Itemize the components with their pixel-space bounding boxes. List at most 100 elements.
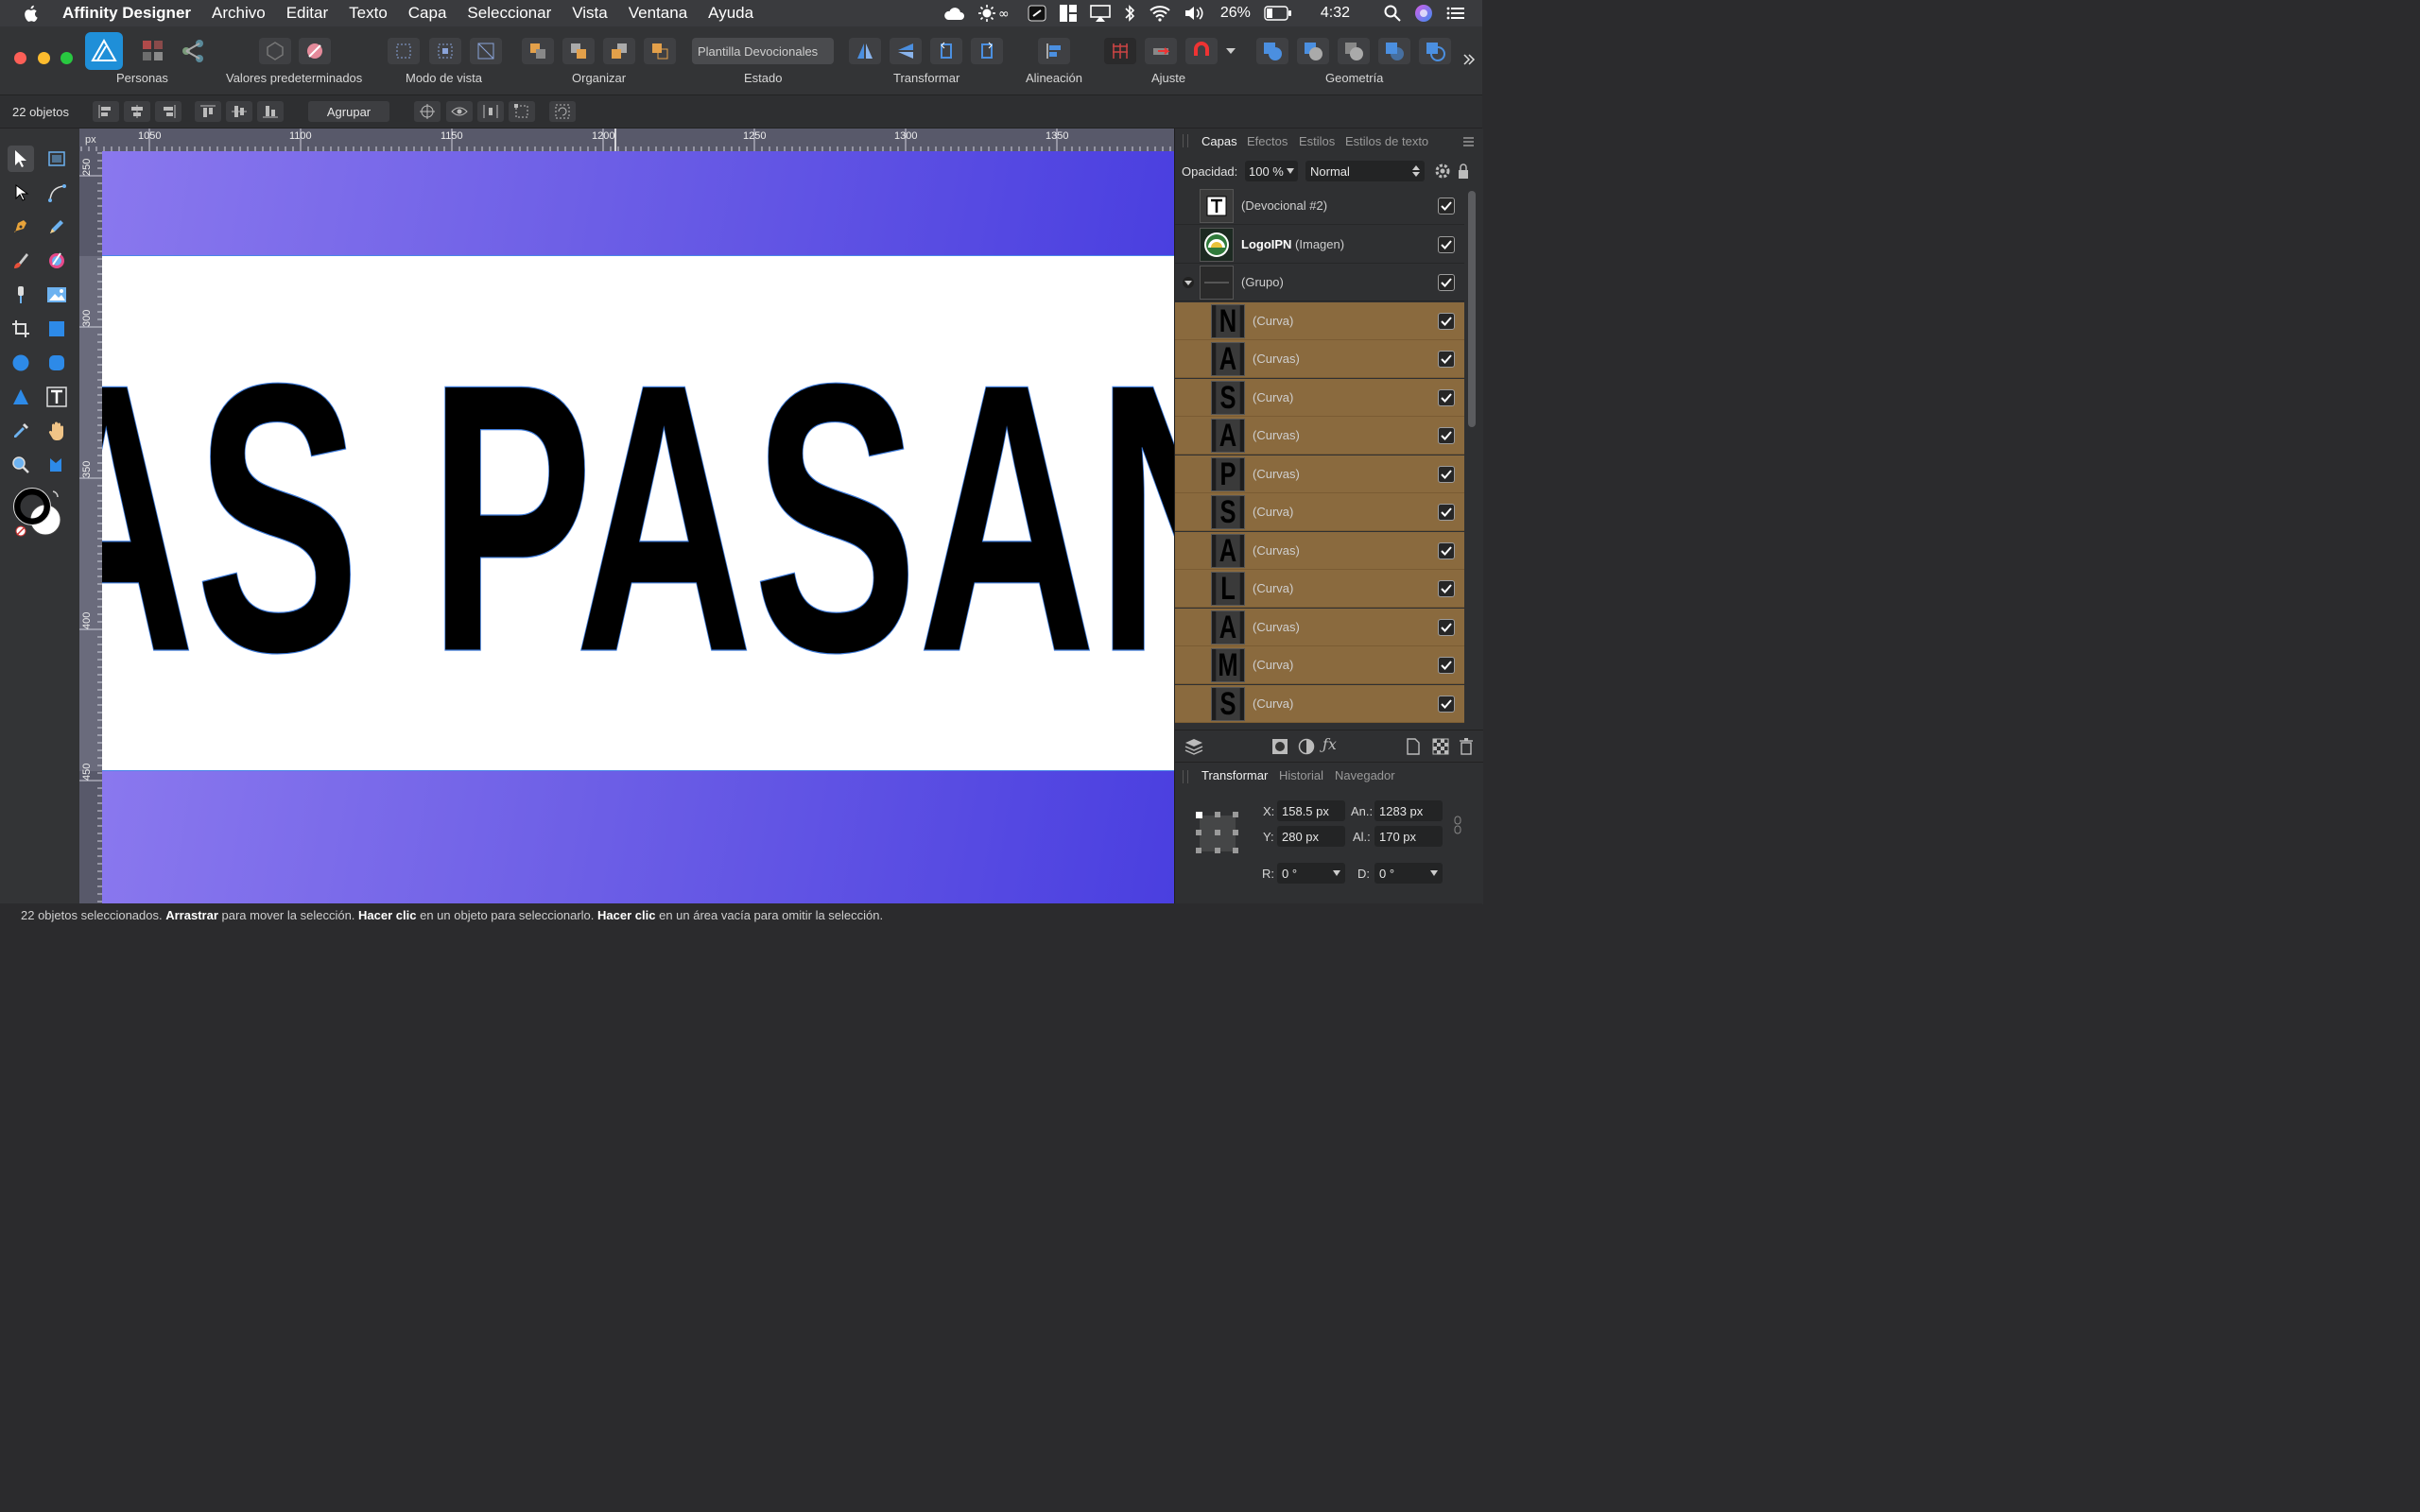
tab-efectos[interactable]: Efectos [1247,134,1288,148]
layer-visibility-checkbox[interactable] [1438,198,1455,215]
mask-icon[interactable] [1271,738,1288,758]
layer-row[interactable]: A (Curvas) [1175,531,1464,570]
hand-tool-icon[interactable] [43,418,70,444]
layer-visibility-checkbox[interactable] [1438,427,1455,444]
battery-icon[interactable] [1264,6,1292,21]
preset-color-icon[interactable] [299,38,331,64]
cloud-icon[interactable] [942,6,965,21]
app-status-icon[interactable] [1028,5,1046,22]
align-middle-icon[interactable] [226,101,252,122]
rotate-left-icon[interactable] [930,38,962,64]
panel-grip-icon[interactable] [1183,770,1188,783]
clock[interactable]: 4:32 [1321,5,1350,22]
trash-icon[interactable] [1459,738,1474,758]
arrange-forward-icon[interactable] [603,38,635,64]
layers-scrollbar[interactable] [1468,191,1476,427]
window-minimize-button[interactable] [38,52,50,64]
panel-menu-icon[interactable] [1462,136,1476,150]
link-icon[interactable] [1453,816,1462,837]
layer-row[interactable]: P (Curvas) [1175,455,1464,493]
canvas-text-layer[interactable]: AS PASAN [102,151,1174,903]
distribute-icon[interactable] [477,101,504,122]
layer-visibility-checkbox[interactable] [1438,504,1455,521]
menu-ayuda[interactable]: Ayuda [708,4,753,23]
pencil-tool-icon[interactable] [43,214,70,240]
menu-texto[interactable]: Texto [349,4,388,23]
preset-icon[interactable] [259,38,291,64]
color-wells[interactable] [13,488,61,537]
layer-visibility-checkbox[interactable] [1438,274,1455,291]
geometry-xor-icon[interactable] [1378,38,1410,64]
tab-capas[interactable]: Capas [1201,134,1237,148]
menu-editar[interactable]: Editar [286,4,328,23]
snapping-object-icon[interactable] [1145,38,1177,64]
opacity-field[interactable]: 100 % [1245,161,1298,181]
app-name-menu[interactable]: Affinity Designer [62,4,191,23]
crop-tool-icon[interactable] [8,316,34,342]
layer-row[interactable]: S (Curva) [1175,493,1464,531]
view-mode-icon[interactable] [388,38,420,64]
menu-seleccionar[interactable]: Seleccionar [467,4,551,23]
zoom-tool-icon[interactable] [8,452,34,478]
adjustment-icon[interactable] [1298,738,1315,758]
arrange-front-icon[interactable] [644,38,676,64]
height-field[interactable]: 170 px [1374,826,1443,847]
rotation-handle-icon[interactable] [549,101,576,122]
layer-row[interactable]: A (Curvas) [1175,340,1464,378]
pixel-layer-icon[interactable] [1432,738,1449,758]
lock-icon[interactable] [1457,163,1470,182]
menu-archivo[interactable]: Archivo [212,4,266,23]
control-center-icon[interactable] [1446,6,1465,21]
arrange-back-icon[interactable] [522,38,554,64]
rotation-field[interactable]: 0 ° [1277,863,1345,884]
layer-visibility-checkbox[interactable] [1438,312,1455,330]
wifi-icon[interactable] [1149,5,1171,22]
new-layer-icon[interactable] [1406,738,1421,758]
width-field[interactable]: 1283 px [1374,800,1443,821]
align-bottom-icon[interactable] [257,101,284,122]
menu-capa[interactable]: Capa [408,4,447,23]
state-selector[interactable]: Plantilla Devocionales [692,38,834,64]
layer-row[interactable]: (Devocional #2) [1175,187,1464,225]
geometry-add-icon[interactable] [1256,38,1288,64]
tab-estilos-texto[interactable]: Estilos de texto [1345,134,1428,148]
siri-icon[interactable] [1414,4,1433,23]
layer-row[interactable]: LogoIPN (Imagen) [1175,226,1464,264]
corner-tool-icon[interactable] [43,180,70,206]
bluetooth-icon[interactable] [1124,4,1135,23]
fx-icon[interactable]: ƒx [1322,735,1337,753]
rounded-rectangle-tool-icon[interactable] [43,350,70,376]
tab-estilos[interactable]: Estilos [1299,134,1335,148]
search-icon[interactable] [1384,5,1401,22]
tab-historial[interactable]: Historial [1279,768,1323,782]
layer-row[interactable]: (Grupo) [1175,264,1464,301]
export-persona-icon[interactable] [174,32,212,70]
tab-transformar[interactable]: Transformar [1201,768,1268,782]
visibility-icon[interactable] [446,101,473,122]
transform-origin-icon[interactable] [414,101,441,122]
vertical-ruler[interactable] [79,151,102,903]
alignment-icon[interactable] [1038,38,1070,64]
blend-mode-select[interactable]: Normal [1305,161,1425,181]
layer-row[interactable]: S (Curva) [1175,684,1464,723]
align-top-icon[interactable] [195,101,221,122]
snapping-grid-icon[interactable] [1104,38,1136,64]
geometry-intersect-icon[interactable] [1338,38,1370,64]
fill-tool-icon[interactable] [43,248,70,274]
snapping-dropdown-icon[interactable] [1225,44,1236,59]
bounding-box-icon[interactable] [509,101,535,122]
designer-persona-icon[interactable] [85,32,123,70]
vector-crop-icon[interactable] [43,452,70,478]
layer-visibility-checkbox[interactable] [1438,235,1455,253]
move-tool-icon[interactable] [8,146,34,172]
menu-vista[interactable]: Vista [572,4,608,23]
color-picker-icon[interactable] [8,418,34,444]
layer-row[interactable]: A (Curvas) [1175,608,1464,646]
layer-row[interactable]: M (Curva) [1175,646,1464,684]
snapping-magnet-icon[interactable] [1185,38,1218,64]
shear-field[interactable]: 0 ° [1374,863,1443,884]
layer-visibility-checkbox[interactable] [1438,351,1455,368]
group-button[interactable]: Agrupar [308,101,389,122]
horizontal-ruler[interactable] [79,129,1174,151]
panel-grip-icon[interactable] [1183,134,1188,147]
